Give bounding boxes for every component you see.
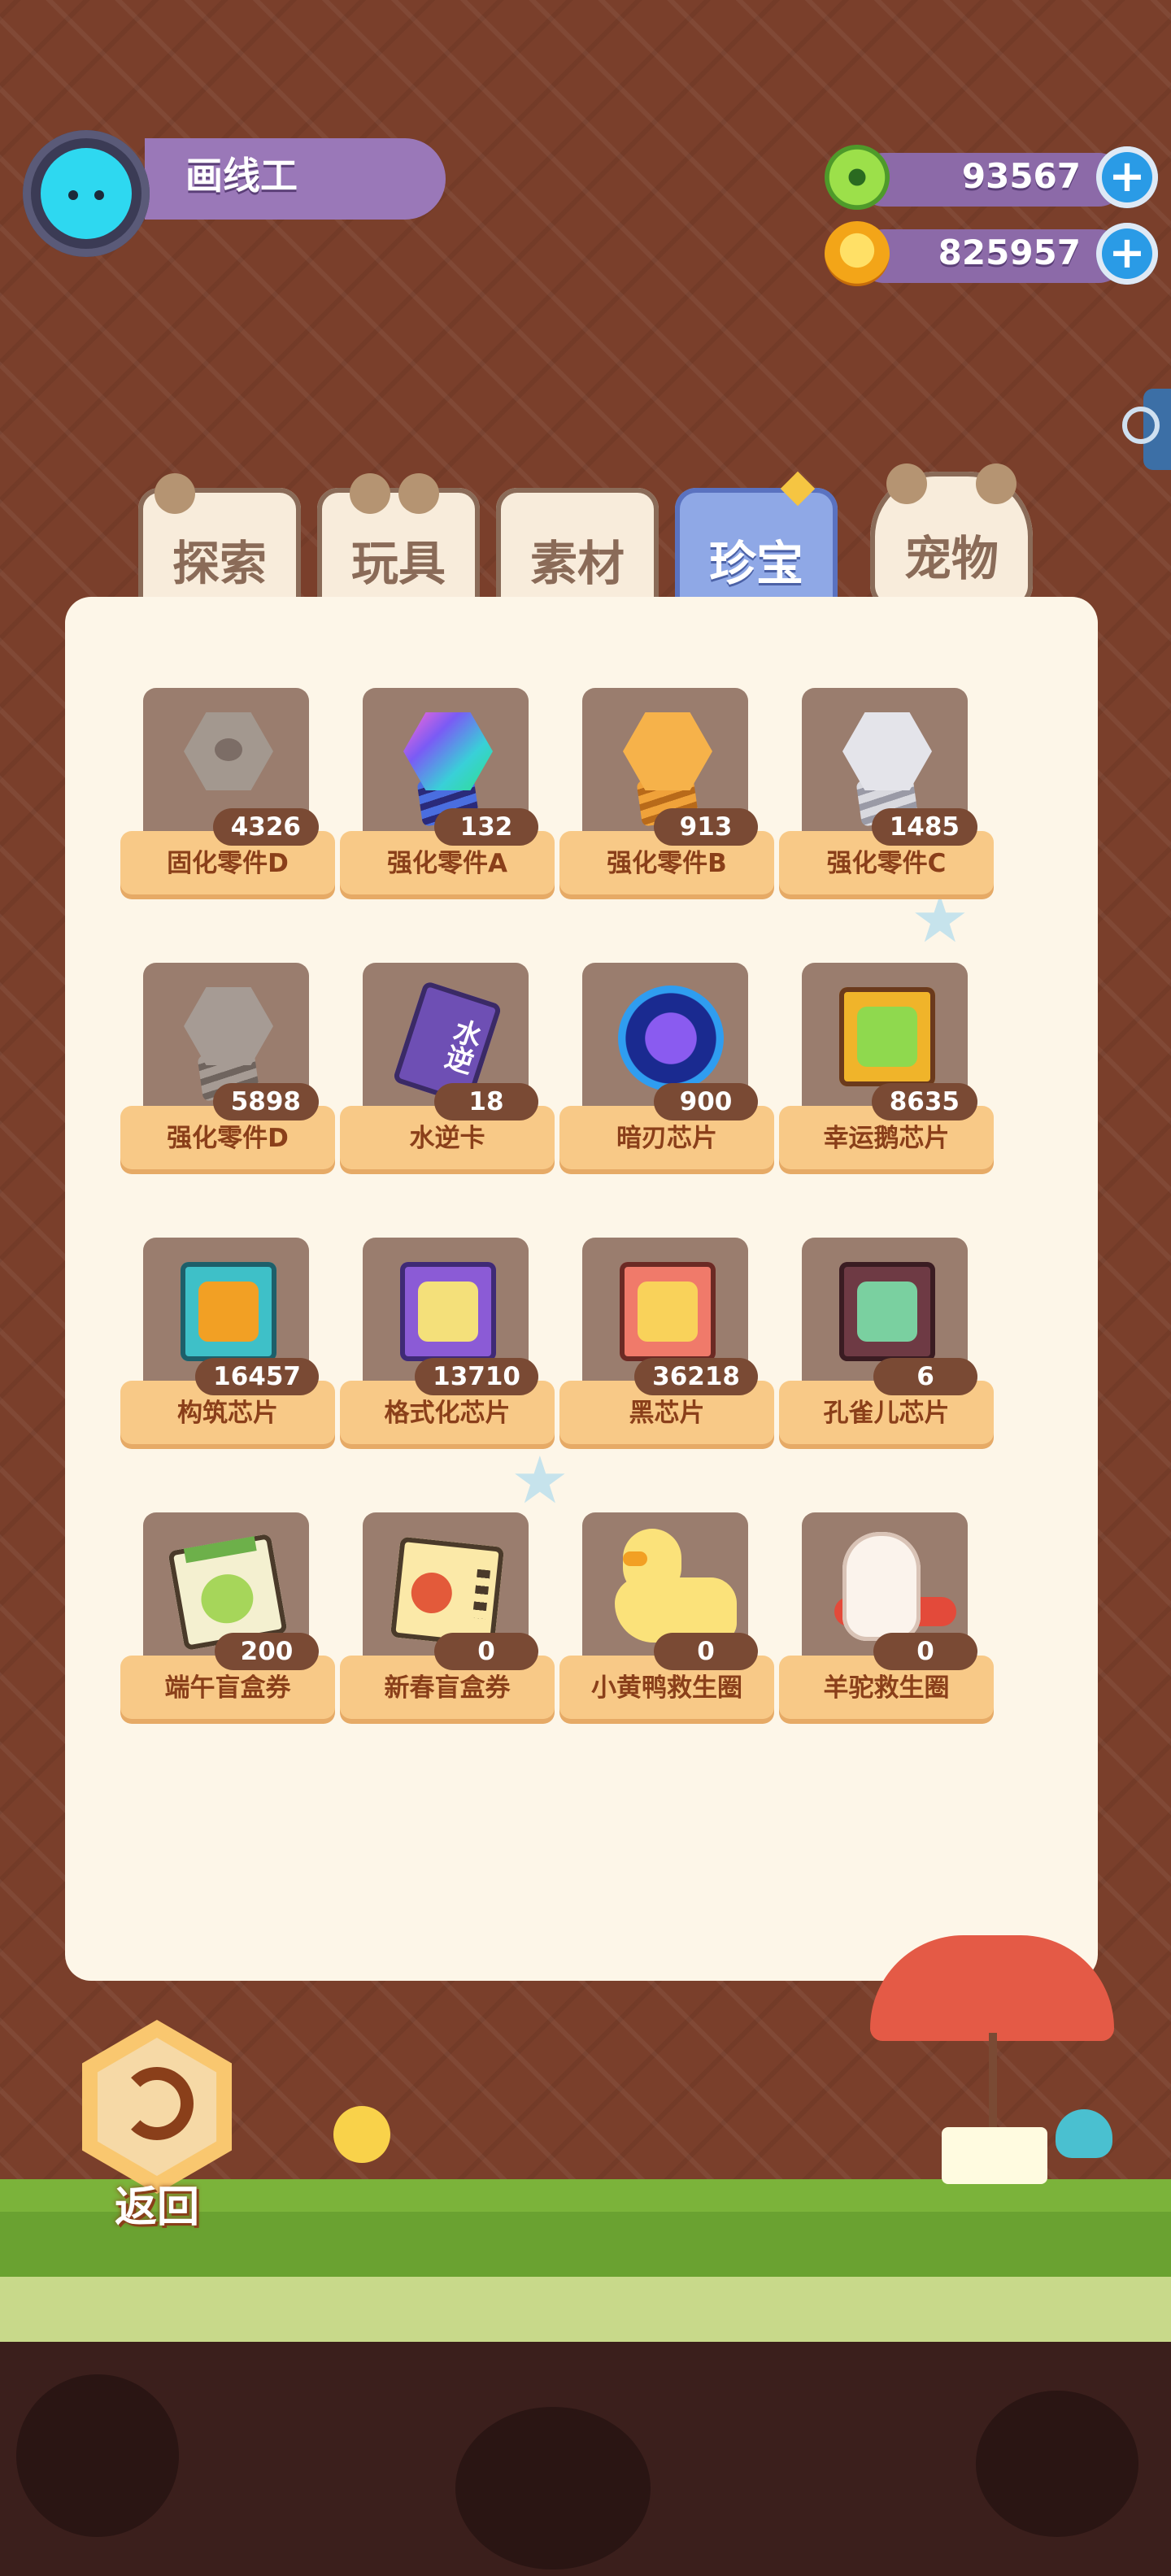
item-count: 132 [434, 808, 538, 846]
item-name: 强化零件C [826, 849, 947, 878]
item-count: 13710 [415, 1358, 538, 1395]
item-card[interactable]: 0 小黄鸭救生圈 [559, 1512, 774, 1732]
item-card[interactable]: 8635 幸运鹅芯片 [779, 963, 994, 1182]
item-count: 200 [215, 1633, 319, 1670]
card-text: 水逆 [437, 1013, 485, 1077]
silver-bolt-icon [826, 704, 948, 827]
item-card[interactable]: 1485 强化零件C [779, 688, 994, 907]
item-count: 0 [873, 1633, 977, 1670]
item-count: 0 [654, 1633, 758, 1670]
item-name: 格式化芯片 [384, 1399, 511, 1428]
gold-currency-amount: 825957 [938, 233, 1081, 272]
spring-ticket-icon [387, 1529, 509, 1648]
item-name: 黑芯片 [629, 1399, 705, 1428]
add-gold-currency-button[interactable]: + [1096, 223, 1158, 285]
item-name: 幸运鹅芯片 [823, 1124, 950, 1153]
scissors-icon [1122, 407, 1160, 444]
item-name: 强化零件B [607, 849, 727, 878]
green-currency-amount: 93567 [961, 156, 1081, 196]
return-label: 返回 [114, 2183, 199, 2232]
return-button[interactable]: 返回 [70, 2020, 244, 2232]
item-name: 暗刃芯片 [616, 1124, 717, 1153]
build-chip-icon [168, 1254, 289, 1368]
tab-treasures[interactable]: 珍宝 [675, 471, 838, 610]
peacock-chip-icon [826, 1254, 948, 1368]
item-name: 强化零件D [167, 1124, 289, 1153]
dark-blade-chip-icon [607, 979, 729, 1093]
item-name: 端午盲盒券 [164, 1673, 291, 1703]
cat-avatar-icon [41, 148, 132, 239]
item-card[interactable]: 913 强化零件B [559, 688, 774, 907]
cafe-table-decoration [942, 2127, 1047, 2184]
green-currency: 93567 + [825, 145, 1158, 210]
item-card[interactable]: 13710 格式化芯片 [340, 1238, 555, 1457]
gray-nut-icon [168, 704, 289, 818]
alpaca-ring-icon [826, 1529, 956, 1643]
item-card[interactable]: 4326 固化零件D [120, 688, 335, 907]
format-chip-icon [387, 1254, 509, 1368]
item-count: 1485 [871, 808, 977, 846]
item-name: 固化零件D [167, 849, 289, 878]
tab-materials-label: 素材 [529, 536, 625, 591]
item-count: 16457 [195, 1358, 319, 1395]
tab-toys-label: 玩具 [350, 536, 446, 591]
item-count: 5898 [212, 1083, 319, 1120]
item-count: 4326 [212, 808, 319, 846]
item-card[interactable]: 0 新春盲盒券 [340, 1512, 555, 1732]
item-count: 36218 [634, 1358, 758, 1395]
item-name: 新春盲盒券 [384, 1673, 511, 1703]
tab-explore[interactable]: 探索 [138, 473, 301, 610]
item-name: 孔雀儿芯片 [823, 1399, 950, 1428]
underground-soil [0, 2342, 1171, 2576]
tab-pets-label: 宠物 [903, 531, 999, 586]
category-tabs: 探索 玩具 素材 珍宝 宠物 [138, 463, 1049, 610]
item-card[interactable]: 16457 构筑芯片 [120, 1238, 335, 1457]
item-count: 6 [873, 1358, 977, 1395]
item-card[interactable]: 6 孔雀儿芯片 [779, 1238, 994, 1457]
add-green-currency-button[interactable]: + [1096, 146, 1158, 208]
gold-bolt-icon [607, 704, 729, 827]
gold-currency: 825957 + [825, 221, 1158, 286]
item-name: 强化零件A [387, 849, 507, 878]
tab-pets[interactable]: 宠物 [870, 463, 1033, 610]
item-count: 900 [654, 1083, 758, 1120]
tab-treasures-label: 珍宝 [708, 536, 803, 591]
item-card[interactable]: 900 暗刃芯片 [559, 963, 774, 1182]
item-card[interactable]: 5898 强化零件D [120, 963, 335, 1182]
sleeping-blob-pet-icon[interactable] [1056, 2109, 1112, 2158]
item-count: 18 [434, 1083, 538, 1120]
dragon-boat-ticket-icon [168, 1529, 289, 1651]
item-count: 913 [654, 808, 758, 846]
item-name: 羊驼救生圈 [823, 1673, 950, 1703]
player-name: 画线工 [185, 154, 298, 198]
gray-bolt-icon [168, 979, 289, 1102]
item-count: 0 [434, 1633, 538, 1670]
tab-explore-label: 探索 [172, 536, 267, 591]
return-arrow-icon [120, 2067, 194, 2140]
item-count: 8635 [871, 1083, 977, 1120]
yellow-duck-ring-icon [607, 1529, 737, 1643]
item-card[interactable]: 132 强化零件A [340, 688, 555, 907]
lucky-goose-chip-icon [826, 979, 948, 1093]
item-name: 构筑芯片 [177, 1399, 278, 1428]
tab-materials[interactable]: 素材 [496, 488, 659, 610]
black-chip-icon [607, 1254, 729, 1368]
item-card[interactable]: 水逆 18 水逆卡 [340, 963, 555, 1182]
chick-pet-icon[interactable] [333, 2106, 390, 2163]
gold-coin-icon [825, 221, 890, 286]
item-name: 水逆卡 [409, 1124, 485, 1153]
item-card[interactable]: 200 端午盲盒券 [120, 1512, 335, 1732]
tab-toys[interactable]: 玩具 [317, 473, 480, 610]
item-card[interactable]: 0 羊驼救生圈 [779, 1512, 994, 1732]
item-card[interactable]: 36218 黑芯片 [559, 1238, 774, 1457]
rainbow-bolt-icon [387, 704, 509, 827]
player-profile[interactable]: 画线工 [23, 130, 446, 257]
green-token-icon [825, 145, 890, 210]
purple-card-icon: 水逆 [387, 979, 509, 1107]
gem-icon [780, 471, 816, 507]
item-name: 小黄鸭救生圈 [591, 1673, 742, 1703]
